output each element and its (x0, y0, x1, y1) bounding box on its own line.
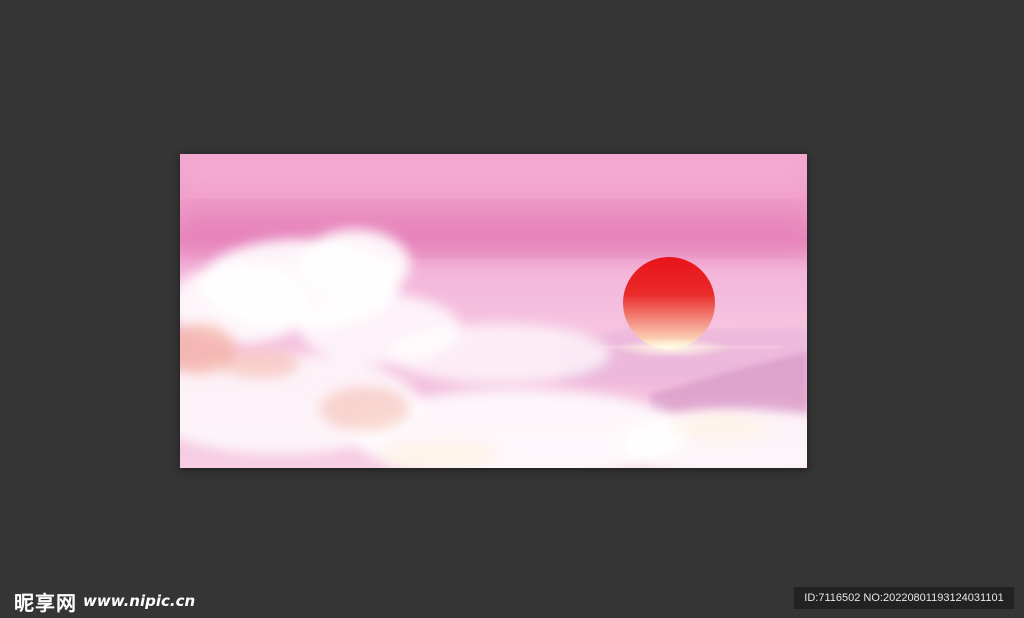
site-url: www.nipic.cn (83, 592, 196, 610)
editor-canvas-area: 昵享网 www.nipic.cn ID:7116502 NO:202208011… (0, 0, 1024, 618)
site-logo-text: 昵享网 (14, 590, 77, 615)
image-id-label: ID:7116502 NO:20220801193124031101 (794, 587, 1014, 609)
red-sun (623, 257, 715, 349)
artwork-image (180, 154, 807, 468)
artwork-illustration (180, 154, 807, 468)
site-watermark: 昵享网 www.nipic.cn (14, 588, 196, 615)
